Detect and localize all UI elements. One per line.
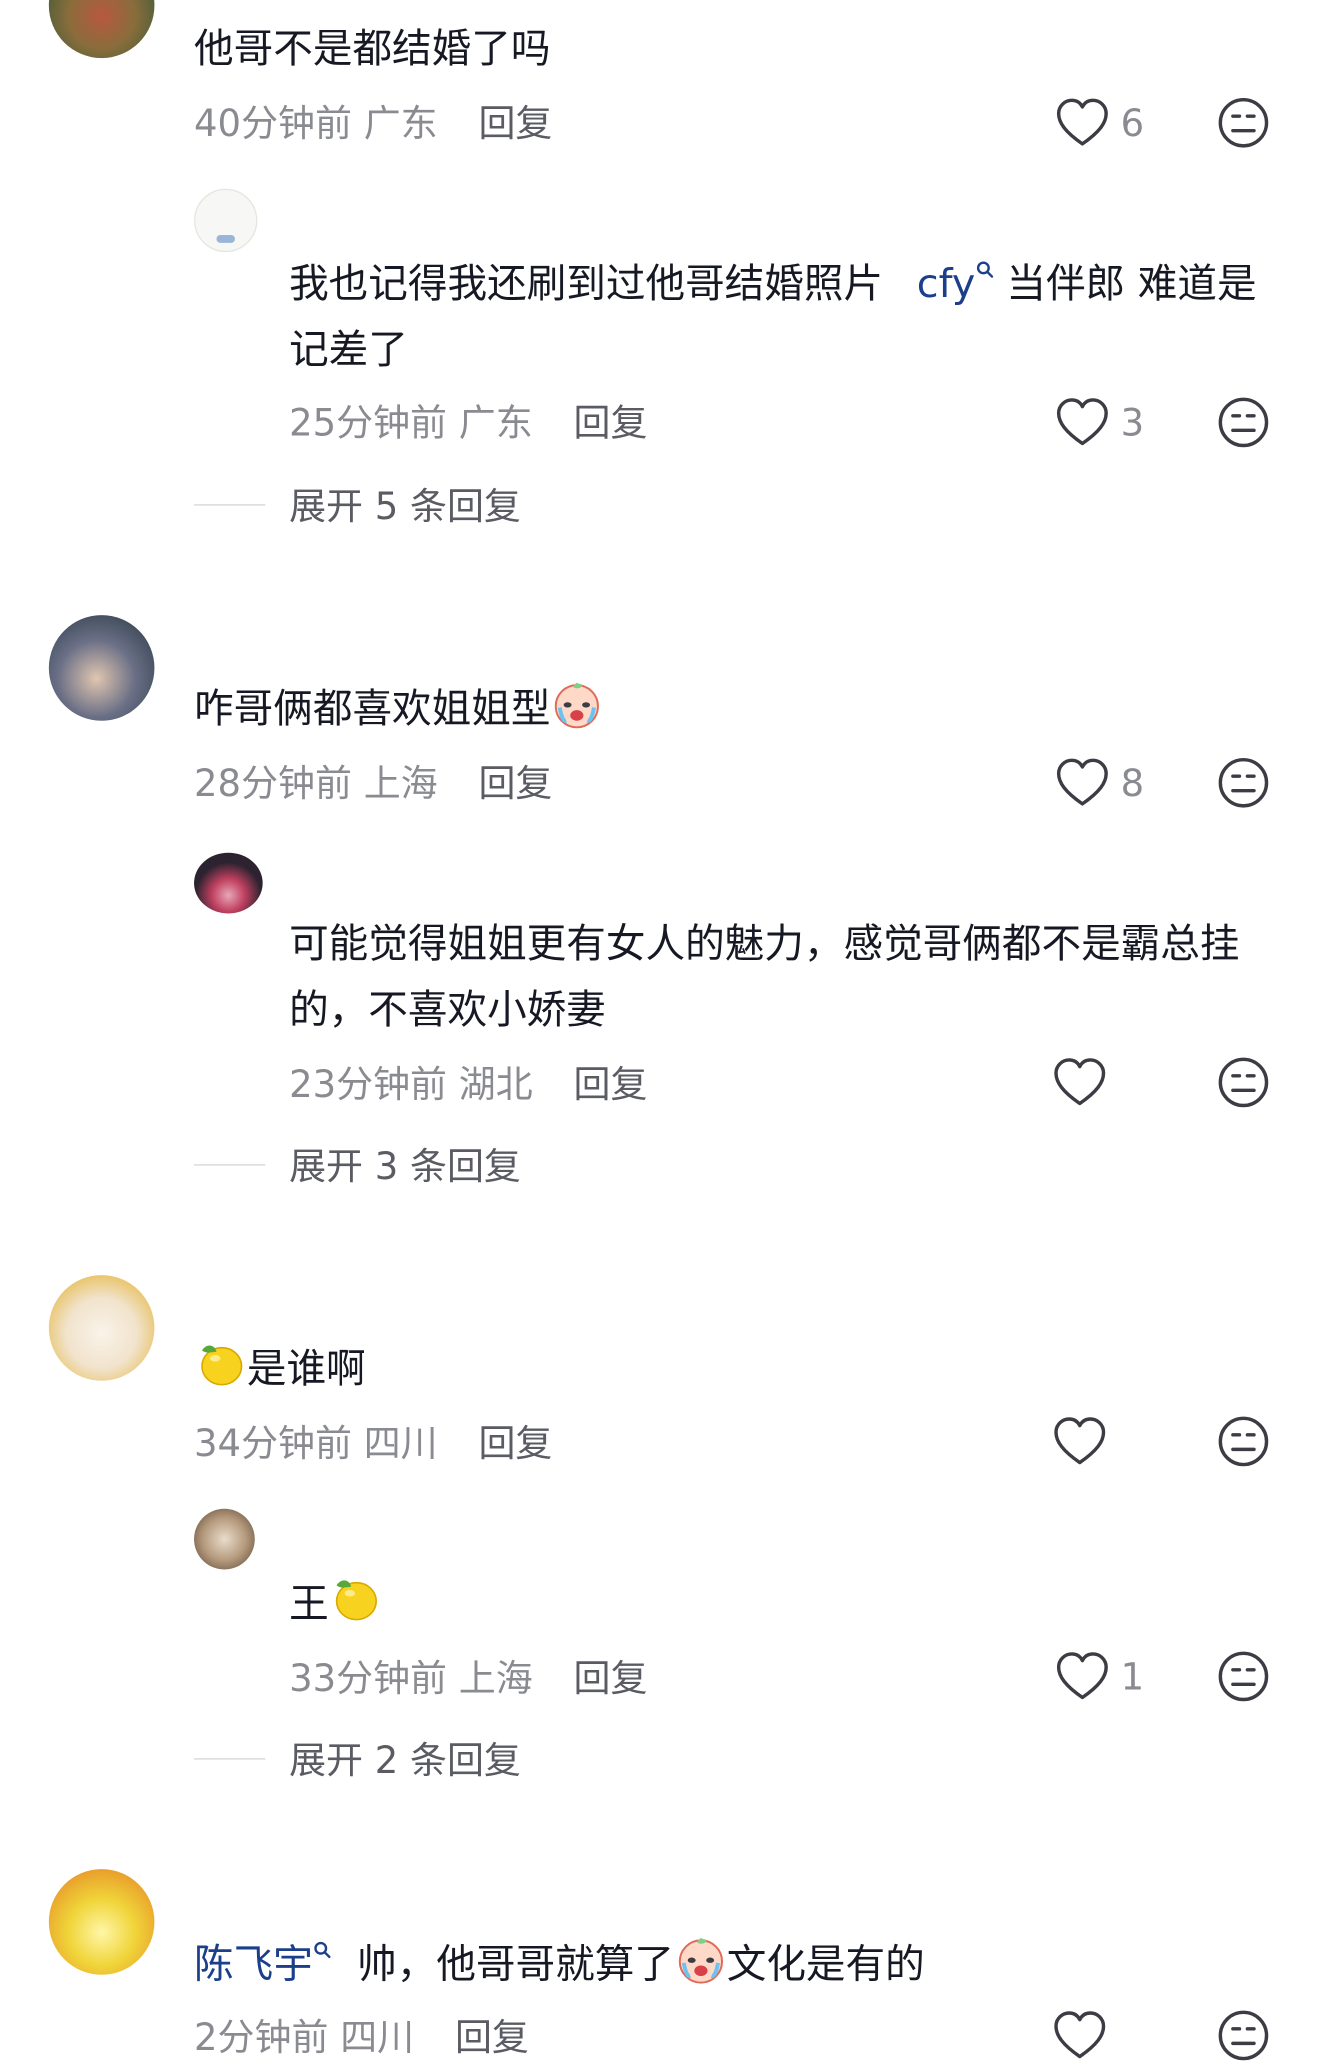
like-count: 6 bbox=[1120, 100, 1145, 145]
reply-text: 可能觉得姐姐更有女人的魅力，感觉哥俩都不是霸总挂的，不喜欢小娇妻 bbox=[289, 921, 1240, 1034]
reply-text: 我也记得我还刷到过他哥结婚照片 cfy 当伴郎 难道是记差了 bbox=[289, 260, 1257, 374]
comment-text: 咋哥俩都喜欢姐姐型 bbox=[194, 677, 603, 743]
heart-outline-icon bbox=[1052, 1415, 1107, 1468]
comment-location: 四川 bbox=[340, 2015, 415, 2060]
expand-replies-button[interactable]: 展开 5 条回复 bbox=[194, 478, 521, 531]
reply-time: 33分钟前 bbox=[289, 1656, 448, 1701]
heart-outline-icon bbox=[1055, 1650, 1110, 1703]
comment-meta: 34分钟前 四川 回复 bbox=[194, 1415, 552, 1468]
avatar[interactable] bbox=[194, 852, 263, 914]
reply-meta: 25分钟前 广东 回复 bbox=[289, 395, 647, 448]
neutral-face-icon[interactable] bbox=[1217, 756, 1270, 809]
search-icon bbox=[975, 260, 993, 278]
avatar[interactable] bbox=[48, 1275, 155, 1381]
comment-meta: 2分钟前 四川 回复 bbox=[194, 2009, 529, 2062]
comment-time: 34分钟前 bbox=[194, 1421, 352, 1466]
reply-time: 23分钟前 bbox=[289, 1062, 448, 1107]
reply-button[interactable]: 回复 bbox=[455, 2016, 529, 2060]
comment-location: 四川 bbox=[363, 1421, 438, 1466]
neutral-face-icon[interactable] bbox=[1217, 1415, 1270, 1468]
avatar[interactable] bbox=[48, 0, 155, 59]
reply-button[interactable]: 回复 bbox=[573, 401, 647, 445]
avatar[interactable] bbox=[48, 1869, 155, 1975]
like-button[interactable] bbox=[1052, 1056, 1118, 1109]
expand-replies-button[interactable]: 展开 3 条回复 bbox=[194, 1138, 521, 1191]
comment-text: 他哥不是都结婚了吗 bbox=[194, 26, 551, 73]
reply-button[interactable]: 回复 bbox=[478, 102, 552, 146]
heart-outline-icon bbox=[1052, 2009, 1107, 2062]
reply-button[interactable]: 回复 bbox=[478, 1422, 552, 1466]
mention-link[interactable]: 陈飞宇 bbox=[194, 1942, 331, 1988]
comment-time: 40分钟前 bbox=[194, 101, 352, 146]
comment-location: 广东 bbox=[363, 101, 438, 146]
heart-outline-icon bbox=[1055, 96, 1110, 149]
like-button[interactable] bbox=[1052, 1415, 1118, 1468]
neutral-face-icon[interactable] bbox=[1217, 1650, 1270, 1703]
like-button[interactable]: 8 bbox=[1055, 756, 1145, 809]
reply-button[interactable]: 回复 bbox=[478, 762, 552, 806]
comment-text: 陈飞宇 帅，他哥哥就算了 文化是有的 bbox=[194, 1932, 925, 1998]
like-count: 1 bbox=[1120, 1654, 1145, 1699]
comment-list: 他哥不是都结婚了吗 40分钟前 广东 回复 6 我也记得我还刷到过他哥结婚照片 … bbox=[0, 0, 1320, 2068]
heart-outline-icon bbox=[1055, 396, 1110, 449]
expand-replies-button[interactable]: 展开 2 条回复 bbox=[194, 1732, 521, 1785]
like-button[interactable]: 3 bbox=[1055, 396, 1145, 449]
reply-meta: 23分钟前 湖北 回复 bbox=[289, 1056, 647, 1109]
like-button[interactable]: 6 bbox=[1055, 96, 1145, 149]
reply-time: 25分钟前 bbox=[289, 401, 448, 445]
avatar[interactable] bbox=[194, 188, 258, 253]
lemon-emoji bbox=[329, 1572, 382, 1625]
like-count: 8 bbox=[1120, 760, 1145, 805]
mention-link[interactable]: cfy bbox=[917, 260, 1007, 308]
comment-meta: 28分钟前 上海 回复 bbox=[194, 755, 552, 808]
like-button[interactable]: 1 bbox=[1055, 1650, 1145, 1703]
reply-location: 湖北 bbox=[458, 1062, 533, 1107]
divider bbox=[194, 1757, 266, 1759]
like-count: 3 bbox=[1120, 400, 1145, 445]
heart-outline-icon bbox=[1052, 1056, 1107, 1109]
avatar[interactable] bbox=[48, 615, 155, 721]
reply-button[interactable]: 回复 bbox=[573, 1063, 647, 1107]
reply-location: 广东 bbox=[458, 401, 533, 445]
reply-button[interactable]: 回复 bbox=[573, 1657, 647, 1701]
search-icon bbox=[313, 1940, 331, 1958]
like-button[interactable] bbox=[1052, 2009, 1118, 2062]
neutral-face-icon[interactable] bbox=[1217, 396, 1270, 449]
comment-text: 是谁啊 bbox=[194, 1337, 366, 1403]
reply-meta: 33分钟前 上海 回复 bbox=[289, 1650, 647, 1703]
neutral-face-icon[interactable] bbox=[1217, 96, 1270, 149]
neutral-face-icon[interactable] bbox=[1217, 1056, 1270, 1109]
comment-meta: 40分钟前 广东 回复 bbox=[194, 95, 552, 148]
avatar[interactable] bbox=[194, 1508, 255, 1570]
neutral-face-icon[interactable] bbox=[1217, 2009, 1270, 2062]
divider bbox=[194, 1163, 266, 1165]
heart-outline-icon bbox=[1055, 756, 1110, 809]
divider bbox=[194, 503, 266, 505]
reply-location: 上海 bbox=[458, 1656, 533, 1701]
comment-time: 2分钟前 bbox=[194, 2015, 329, 2060]
comment-location: 上海 bbox=[363, 761, 438, 806]
reply-text: 王 bbox=[289, 1572, 1266, 1638]
lemon-emoji bbox=[194, 1337, 247, 1390]
comment-time: 28分钟前 bbox=[194, 761, 352, 806]
crying-face-emoji bbox=[550, 677, 603, 730]
crying-face-emoji bbox=[674, 1932, 727, 1985]
